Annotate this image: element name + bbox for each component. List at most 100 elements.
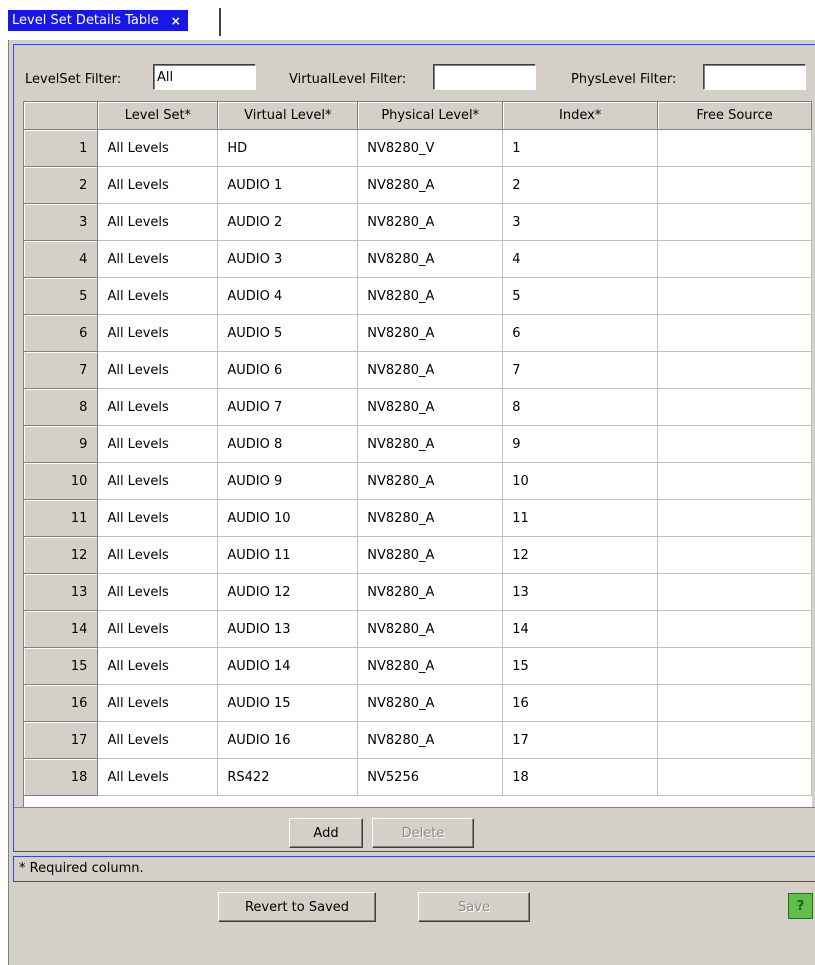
row-number[interactable]: 10	[24, 462, 99, 500]
table-row[interactable]: 15 All Levels AUDIO 14 NV8280_A 15	[24, 647, 812, 685]
virtuallevel-filter-input[interactable]	[433, 64, 536, 90]
help-icon[interactable]: ?	[788, 893, 813, 919]
column-header-index[interactable]: Index*	[502, 102, 659, 130]
index-cell[interactable]: 3	[502, 203, 659, 241]
row-number[interactable]: 3	[24, 203, 99, 241]
table-row[interactable]: 3 All Levels AUDIO 2 NV8280_A 3	[24, 203, 812, 241]
physical-level-cell[interactable]: NV8280_A	[357, 425, 504, 463]
level-set-cell[interactable]: All Levels	[97, 684, 219, 722]
index-cell[interactable]: 1	[502, 129, 659, 167]
index-cell[interactable]: 18	[502, 758, 659, 796]
delete-button[interactable]: Delete	[372, 818, 474, 848]
physical-level-cell[interactable]: NV8280_A	[357, 240, 504, 278]
row-number[interactable]: 9	[24, 425, 99, 463]
column-header-virtual-level[interactable]: Virtual Level*	[217, 102, 359, 130]
physlevel-filter-input[interactable]	[703, 64, 806, 90]
revert-to-saved-button[interactable]: Revert to Saved	[218, 892, 376, 922]
virtual-level-cell[interactable]: AUDIO 15	[217, 684, 359, 722]
level-set-cell[interactable]: All Levels	[97, 203, 219, 241]
row-number[interactable]: 16	[24, 684, 99, 722]
row-number[interactable]: 8	[24, 388, 99, 426]
level-set-cell[interactable]: All Levels	[97, 499, 219, 537]
virtual-level-cell[interactable]: AUDIO 10	[217, 499, 359, 537]
index-cell[interactable]: 5	[502, 277, 659, 315]
table-row[interactable]: 7 All Levels AUDIO 6 NV8280_A 7	[24, 351, 812, 389]
virtual-level-cell[interactable]: AUDIO 16	[217, 721, 359, 759]
virtual-level-cell[interactable]: AUDIO 1	[217, 166, 359, 204]
table-row[interactable]: 10 All Levels AUDIO 9 NV8280_A 10	[24, 462, 812, 500]
physical-level-cell[interactable]: NV8280_A	[357, 647, 504, 685]
physical-level-cell[interactable]: NV8280_A	[357, 166, 504, 204]
save-button[interactable]: Save	[418, 892, 530, 922]
table-row[interactable]: 5 All Levels AUDIO 4 NV8280_A 5	[24, 277, 812, 315]
free-source-cell[interactable]	[657, 462, 812, 500]
free-source-cell[interactable]	[657, 166, 812, 204]
level-set-cell[interactable]: All Levels	[97, 351, 219, 389]
free-source-cell[interactable]	[657, 536, 812, 574]
index-cell[interactable]: 9	[502, 425, 659, 463]
tab-level-set-details[interactable]: Level Set Details Table ×	[8, 10, 188, 31]
level-set-cell[interactable]: All Levels	[97, 721, 219, 759]
physical-level-cell[interactable]: NV8280_A	[357, 388, 504, 426]
level-set-cell[interactable]: All Levels	[97, 314, 219, 352]
level-set-cell[interactable]: All Levels	[97, 573, 219, 611]
free-source-cell[interactable]	[657, 610, 812, 648]
free-source-cell[interactable]	[657, 647, 812, 685]
virtual-level-cell[interactable]: HD	[217, 129, 359, 167]
free-source-cell[interactable]	[657, 129, 812, 167]
virtual-level-cell[interactable]: AUDIO 8	[217, 425, 359, 463]
table-row[interactable]: 8 All Levels AUDIO 7 NV8280_A 8	[24, 388, 812, 426]
add-button[interactable]: Add	[289, 818, 363, 848]
index-cell[interactable]: 13	[502, 573, 659, 611]
column-header-level-set[interactable]: Level Set*	[97, 102, 219, 130]
physical-level-cell[interactable]: NV8280_A	[357, 203, 504, 241]
index-cell[interactable]: 2	[502, 166, 659, 204]
index-cell[interactable]: 14	[502, 610, 659, 648]
index-cell[interactable]: 12	[502, 536, 659, 574]
virtual-level-cell[interactable]: AUDIO 5	[217, 314, 359, 352]
index-cell[interactable]: 8	[502, 388, 659, 426]
row-number[interactable]: 17	[24, 721, 99, 759]
physical-level-cell[interactable]: NV8280_A	[357, 351, 504, 389]
column-header-free-source[interactable]: Free Source	[657, 102, 812, 130]
free-source-cell[interactable]	[657, 277, 812, 315]
index-cell[interactable]: 6	[502, 314, 659, 352]
physical-level-cell[interactable]: NV8280_A	[357, 573, 504, 611]
level-set-cell[interactable]: All Levels	[97, 462, 219, 500]
virtual-level-cell[interactable]: AUDIO 14	[217, 647, 359, 685]
free-source-cell[interactable]	[657, 573, 812, 611]
free-source-cell[interactable]	[657, 721, 812, 759]
table-row[interactable]: 17 All Levels AUDIO 16 NV8280_A 17	[24, 721, 812, 759]
free-source-cell[interactable]	[657, 684, 812, 722]
table-row[interactable]: 14 All Levels AUDIO 13 NV8280_A 14	[24, 610, 812, 648]
row-number[interactable]: 13	[24, 573, 99, 611]
virtual-level-cell[interactable]: AUDIO 4	[217, 277, 359, 315]
level-set-cell[interactable]: All Levels	[97, 647, 219, 685]
virtual-level-cell[interactable]: AUDIO 7	[217, 388, 359, 426]
virtual-level-cell[interactable]: AUDIO 11	[217, 536, 359, 574]
free-source-cell[interactable]	[657, 758, 812, 796]
index-cell[interactable]: 10	[502, 462, 659, 500]
level-set-cell[interactable]: All Levels	[97, 129, 219, 167]
virtual-level-cell[interactable]: AUDIO 9	[217, 462, 359, 500]
level-set-cell[interactable]: All Levels	[97, 536, 219, 574]
index-cell[interactable]: 15	[502, 647, 659, 685]
table-row[interactable]: 18 All Levels RS422 NV5256 18	[24, 758, 812, 796]
physical-level-cell[interactable]: NV8280_A	[357, 499, 504, 537]
physical-level-cell[interactable]: NV5256	[357, 758, 504, 796]
physical-level-cell[interactable]: NV8280_A	[357, 462, 504, 500]
table-row[interactable]: 4 All Levels AUDIO 3 NV8280_A 4	[24, 240, 812, 278]
free-source-cell[interactable]	[657, 351, 812, 389]
virtual-level-cell[interactable]: RS422	[217, 758, 359, 796]
row-number[interactable]: 7	[24, 351, 99, 389]
table-row[interactable]: 1 All Levels HD NV8280_V 1	[24, 129, 812, 167]
table-row[interactable]: 13 All Levels AUDIO 12 NV8280_A 13	[24, 573, 812, 611]
free-source-cell[interactable]	[657, 203, 812, 241]
row-number[interactable]: 2	[24, 166, 99, 204]
table-row[interactable]: 6 All Levels AUDIO 5 NV8280_A 6	[24, 314, 812, 352]
physical-level-cell[interactable]: NV8280_A	[357, 610, 504, 648]
row-number[interactable]: 1	[24, 129, 99, 167]
row-number[interactable]: 12	[24, 536, 99, 574]
virtual-level-cell[interactable]: AUDIO 2	[217, 203, 359, 241]
column-header-physical-level[interactable]: Physical Level*	[357, 102, 504, 130]
